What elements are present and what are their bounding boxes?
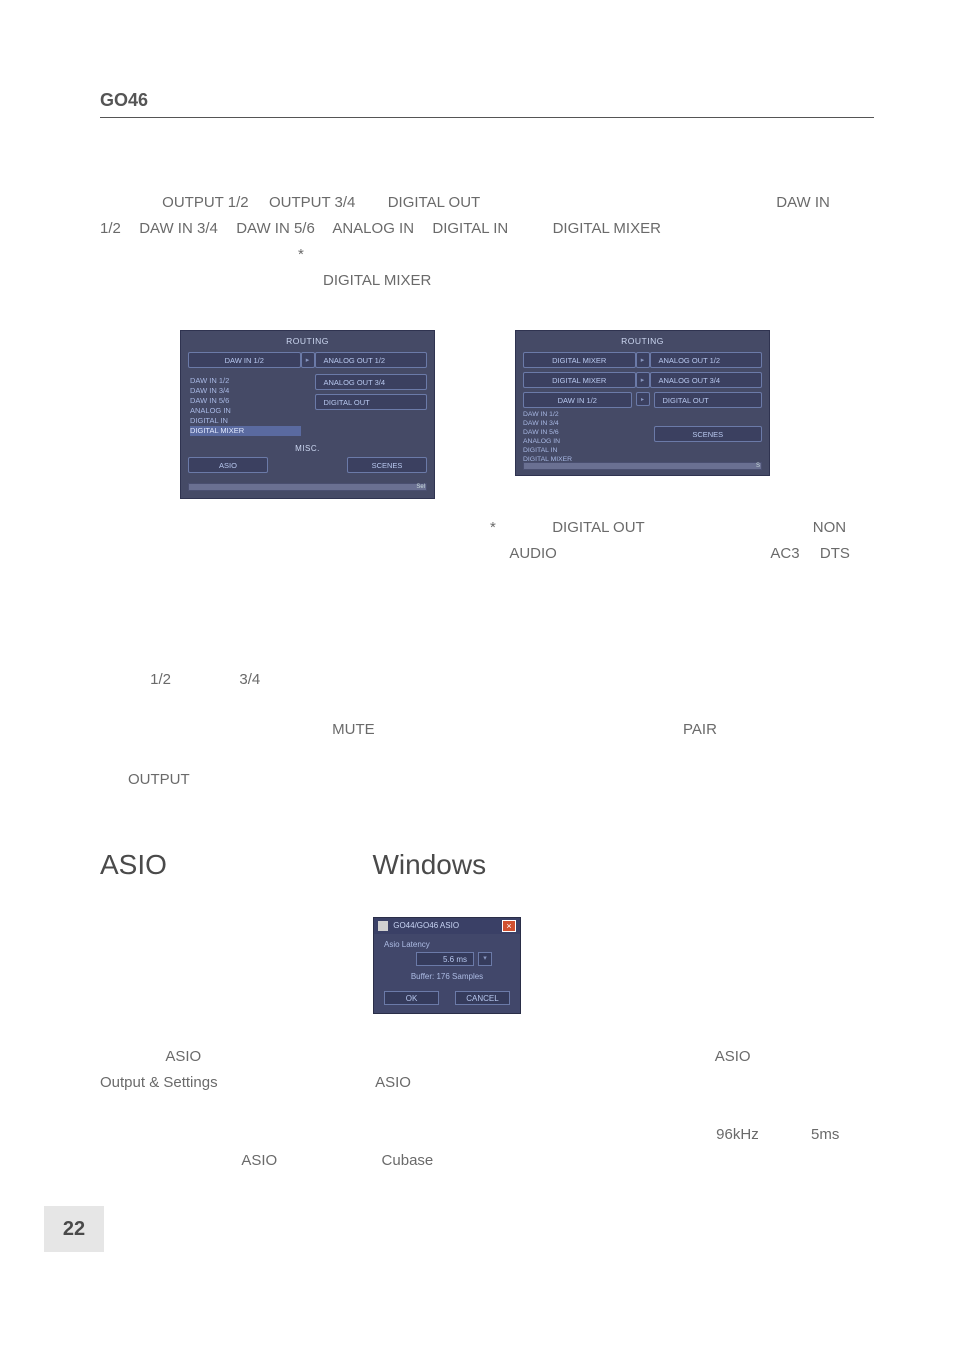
window-icon: [378, 921, 388, 931]
asio-latency-value[interactable]: 5.6 ms: [416, 952, 474, 966]
dropdown-dawin12-r[interactable]: DAW IN 1/2: [523, 392, 632, 408]
caption-non: NON: [813, 519, 846, 536]
text-96khz: 96kHz: [716, 1126, 759, 1143]
dropdown-digitalmixer-2[interactable]: DIGITAL MIXER: [523, 372, 636, 388]
dropdown-options-left[interactable]: DAW IN 1/2 DAW IN 3/4 DAW IN 5/6 ANALOG …: [190, 376, 301, 436]
ok-button[interactable]: OK: [384, 991, 439, 1005]
label-analogout12-r: ANALOG OUT 1/2: [650, 352, 763, 368]
text-asio-3: ASIO: [375, 1074, 411, 1091]
dropdown-arrow-icon[interactable]: ▾: [478, 952, 492, 966]
asio-dialog: GO44/GO46 ASIO × Asio Latency 5.6 ms ▾ B…: [373, 917, 521, 1014]
text-asio-4: ASIO: [241, 1152, 277, 1169]
page-number: 22: [44, 1206, 104, 1252]
caption-audio: AUDIO: [509, 545, 557, 562]
panel-footer-strip: Sel: [188, 483, 427, 491]
text-dawin34: DAW IN 3/4: [139, 220, 218, 237]
option-item[interactable]: DAW IN 3/4: [523, 419, 632, 428]
corner-text: S: [756, 463, 760, 469]
arrow-icon[interactable]: ▸: [301, 352, 315, 368]
corner-text: Sel: [416, 484, 425, 490]
text-dawin: DAW IN: [776, 194, 830, 211]
text-asio-2: ASIO: [715, 1048, 751, 1065]
asio-button[interactable]: ASIO: [188, 457, 268, 473]
misc-title: MISC.: [188, 444, 427, 453]
routing-panel-left: ROUTING DAW IN 1/2 ▸ ANALOG OUT 1/2 DAW …: [180, 330, 435, 499]
caption-ac3: AC3: [770, 545, 799, 562]
routing-title-left: ROUTING: [188, 336, 427, 346]
caption-digitalout: DIGITAL OUT: [552, 519, 644, 536]
text-digital-mixer-center: DIGITAL MIXER: [323, 268, 874, 294]
option-item[interactable]: DAW IN 1/2: [523, 410, 632, 419]
text-5ms: 5ms: [811, 1126, 839, 1143]
label-analogout12: ANALOG OUT 1/2: [315, 352, 428, 368]
option-item-selected[interactable]: DIGITAL MIXER: [190, 426, 301, 436]
option-item[interactable]: ANALOG IN: [190, 406, 301, 416]
label-analogout34: ANALOG OUT 3/4: [315, 374, 428, 390]
text-analogin: ANALOG IN: [332, 220, 414, 237]
label-digitalout: DIGITAL OUT: [315, 394, 428, 410]
text-output34: OUTPUT 3/4: [269, 194, 355, 211]
panel-footer-strip-r: S: [523, 462, 762, 470]
scenes-button-r[interactable]: SCENES: [654, 426, 763, 442]
section-heading-asio-windows: ASIO Windows: [100, 849, 874, 881]
section-mixer-notes: 1/2 3/4 MUTE PAIR OUTPUT: [128, 667, 874, 793]
page-header-title: GO46: [100, 90, 874, 118]
option-item[interactable]: ANALOG IN: [523, 437, 632, 446]
paragraph-routing-intro: OUTPUT 1/2 OUTPUT 3/4 DIGITAL OUT DAW IN…: [128, 190, 874, 294]
arrow-icon[interactable]: ▸: [636, 372, 650, 388]
asio-dialog-title: GO44/GO46 ASIO: [393, 921, 459, 930]
dropdown-digitalmixer-1[interactable]: DIGITAL MIXER: [523, 352, 636, 368]
text-34b: 3/4: [239, 671, 260, 688]
text-output: OUTPUT: [128, 771, 190, 788]
option-item[interactable]: DAW IN 5/6: [523, 428, 632, 437]
text-mute: MUTE: [332, 721, 375, 738]
routing-title-right: ROUTING: [523, 336, 762, 346]
asio-dialog-titlebar: GO44/GO46 ASIO ×: [374, 918, 520, 934]
caption-right: * DIGITAL OUT NON AUDIO AC3 DTS: [490, 515, 890, 567]
text-star: *: [298, 242, 874, 268]
caption-dts: DTS: [820, 545, 850, 562]
caption-star: *: [490, 519, 496, 536]
paragraph-asio-desc: ASIO ASIO Output & Settings ASIO 96kHz 5…: [100, 1044, 874, 1174]
label-digitalout-r: DIGITAL OUT: [654, 392, 763, 408]
asio-buffer-text: Buffer: 176 Samples: [384, 972, 510, 981]
option-item[interactable]: DAW IN 5/6: [190, 396, 301, 406]
text-output12: OUTPUT 1/2: [162, 194, 248, 211]
label-analogout34-r: ANALOG OUT 3/4: [650, 372, 763, 388]
close-icon[interactable]: ×: [502, 920, 516, 932]
text-output-settings: Output & Settings: [100, 1074, 218, 1091]
asio-latency-label: Asio Latency: [384, 940, 510, 949]
option-item[interactable]: DAW IN 3/4: [190, 386, 301, 396]
text-dawin56: DAW IN 5/6: [236, 220, 315, 237]
text-digitalin: DIGITAL IN: [432, 220, 508, 237]
heading-windows: Windows: [372, 849, 486, 880]
text-digitalout: DIGITAL OUT: [388, 194, 480, 211]
text-asio-1: ASIO: [165, 1048, 201, 1065]
scenes-button[interactable]: SCENES: [347, 457, 427, 473]
option-item[interactable]: DIGITAL IN: [190, 416, 301, 426]
arrow-icon[interactable]: ▸: [636, 352, 650, 368]
option-item[interactable]: DAW IN 1/2: [190, 376, 301, 386]
text-digitalmixer: DIGITAL MIXER: [553, 220, 661, 237]
arrow-icon[interactable]: ▸: [636, 392, 650, 406]
cancel-button[interactable]: CANCEL: [455, 991, 510, 1005]
text-cubase: Cubase: [382, 1152, 434, 1169]
option-item[interactable]: DIGITAL IN: [523, 446, 632, 455]
heading-asio: ASIO: [100, 849, 167, 880]
text-12b: 1/2: [150, 671, 171, 688]
text-12: 1/2: [100, 220, 121, 237]
dropdown-dawin12[interactable]: DAW IN 1/2: [188, 352, 301, 368]
routing-panel-right: ROUTING DIGITAL MIXER ▸ ANALOG OUT 1/2 D…: [515, 330, 770, 476]
text-pair: PAIR: [683, 721, 717, 738]
